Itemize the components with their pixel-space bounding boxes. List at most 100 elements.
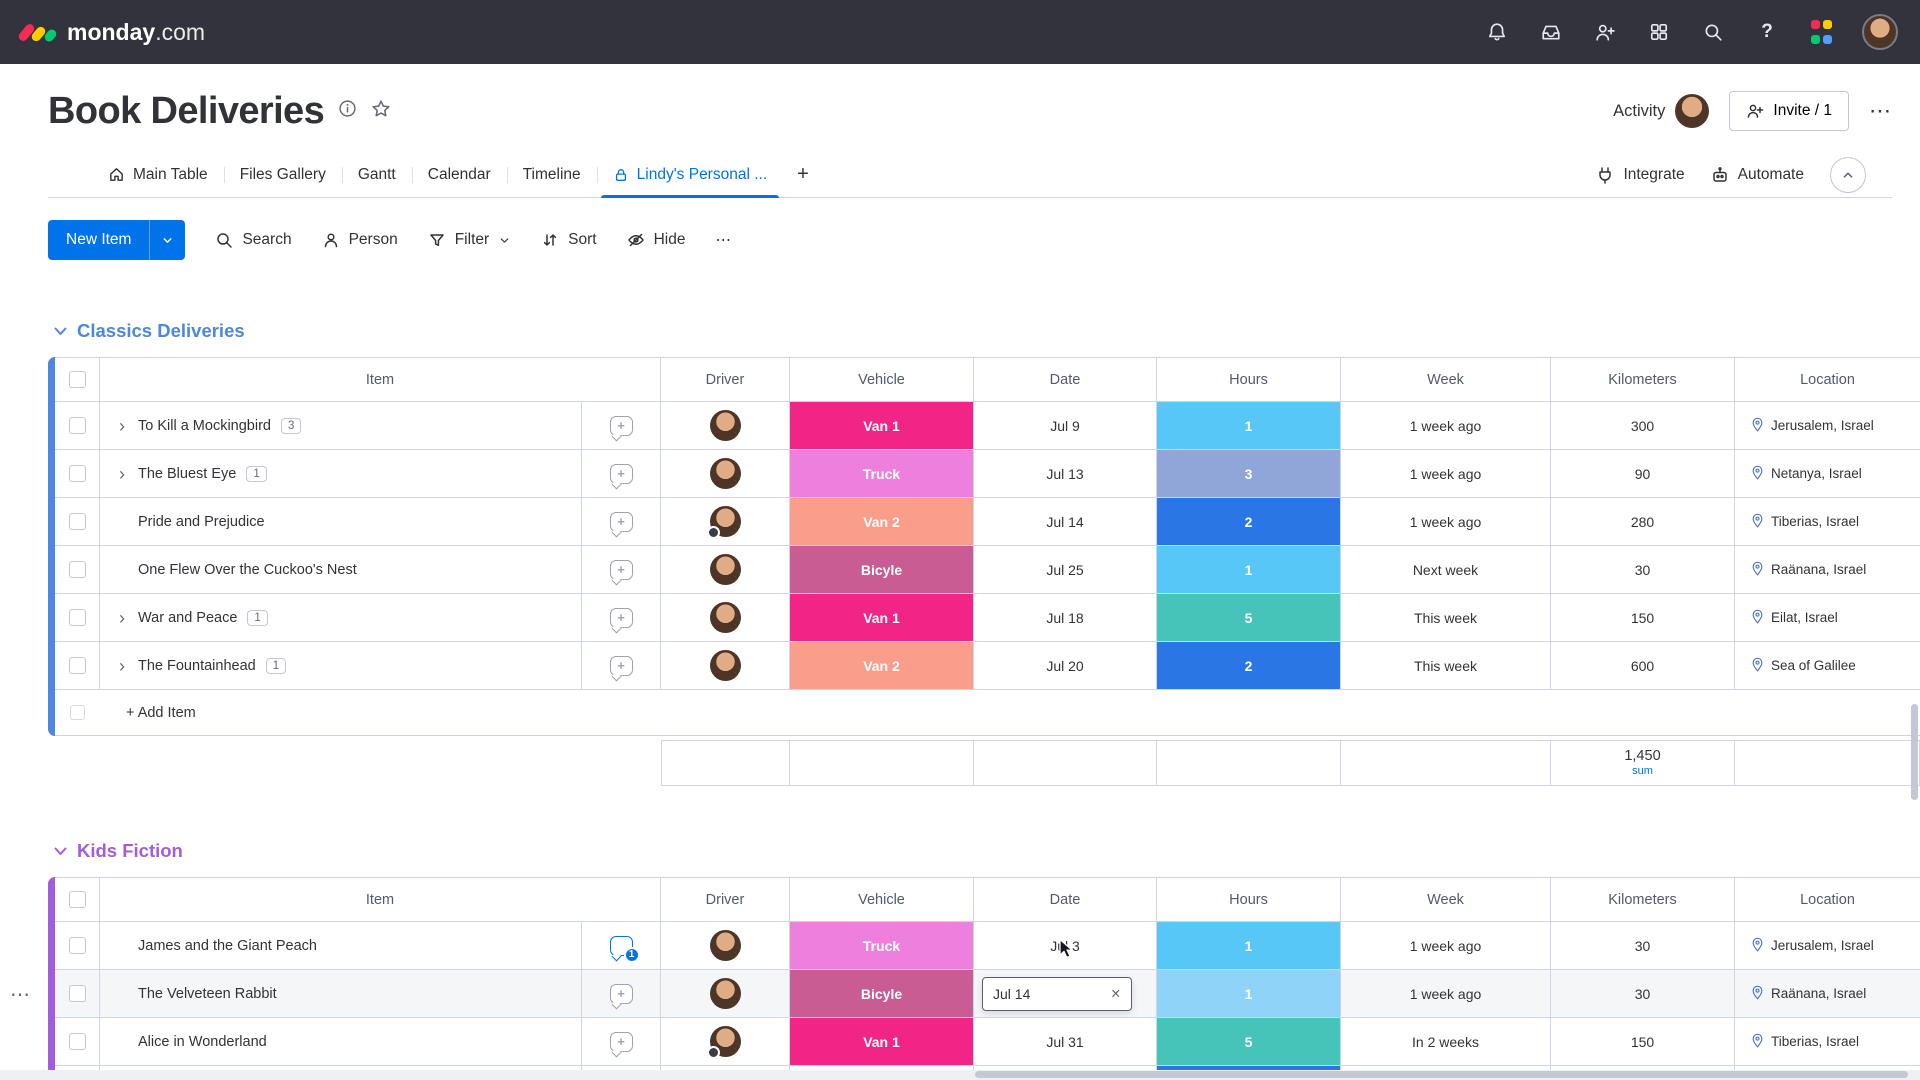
select-all-checkbox[interactable]: [69, 891, 86, 908]
hours-cell[interactable]: 2: [1157, 498, 1341, 545]
item-cell[interactable]: › War and Peace 1: [100, 594, 582, 641]
hours-cell[interactable]: 2: [1157, 642, 1341, 689]
date-cell[interactable]: Jul 13: [974, 450, 1157, 497]
new-item-button[interactable]: New Item: [48, 220, 185, 260]
add-item-row[interactable]: + Add Item: [55, 690, 1920, 736]
date-cell[interactable]: Jul 3: [974, 922, 1157, 969]
add-view-button[interactable]: +: [783, 152, 823, 197]
vehicle-cell[interactable]: Van 1: [790, 402, 974, 449]
location-cell[interactable]: Raänana, Israel: [1735, 546, 1920, 593]
date-cell[interactable]: Jul 14 ✕: [974, 970, 1157, 1017]
driver-cell[interactable]: [661, 922, 790, 969]
week-cell[interactable]: Next week: [1341, 546, 1551, 593]
driver-cell[interactable]: [661, 450, 790, 497]
date-cell[interactable]: Jul 25: [974, 546, 1157, 593]
date-cell[interactable]: Jul 18: [974, 594, 1157, 641]
vehicle-cell[interactable]: Van 2: [790, 642, 974, 689]
location-cell[interactable]: Eilat, Israel: [1735, 594, 1920, 641]
week-cell[interactable]: 1 week ago: [1341, 498, 1551, 545]
vehicle-cell[interactable]: Bicyle: [790, 546, 974, 593]
item-cell[interactable]: James and the Giant Peach: [100, 922, 582, 969]
kilometers-cell[interactable]: 280: [1551, 498, 1735, 545]
search-icon[interactable]: [1700, 19, 1726, 45]
driver-avatar[interactable]: [710, 554, 741, 585]
invite-members-icon[interactable]: [1592, 19, 1618, 45]
driver-cell[interactable]: [661, 1018, 790, 1065]
item-cell[interactable]: One Flew Over the Cuckoo's Nest: [100, 546, 582, 593]
add-item-cell[interactable]: + Add Item: [100, 690, 582, 735]
hours-value[interactable]: 1: [1157, 970, 1340, 1017]
row-checkbox[interactable]: [69, 417, 86, 434]
column-header-hours[interactable]: Hours: [1157, 358, 1341, 401]
location-cell[interactable]: Jerusalem, Israel: [1735, 402, 1920, 449]
hours-value[interactable]: 2: [1157, 642, 1340, 689]
item-cell[interactable]: The Velveteen Rabbit: [100, 970, 582, 1017]
row-checkbox[interactable]: [69, 937, 86, 954]
kilometers-cell[interactable]: 30: [1551, 970, 1735, 1017]
location-cell[interactable]: Jerusalem, Israel: [1735, 922, 1920, 969]
add-update-icon[interactable]: +: [610, 560, 633, 580]
row-checkbox[interactable]: [69, 609, 86, 626]
vehicle-cell[interactable]: Truck: [790, 450, 974, 497]
activity-button[interactable]: Activity: [1613, 94, 1709, 128]
updates-cell[interactable]: +: [582, 498, 661, 545]
driver-avatar[interactable]: [710, 602, 741, 633]
driver-cell[interactable]: [661, 546, 790, 593]
date-cell[interactable]: Jul 20: [974, 642, 1157, 689]
updates-cell[interactable]: 1: [582, 922, 661, 969]
vehicle-label[interactable]: Truck: [790, 450, 973, 497]
horizontal-scrollbar-thumb[interactable]: [975, 1071, 1908, 1078]
tab-files-gallery[interactable]: Files Gallery: [224, 152, 342, 197]
hours-cell[interactable]: 1: [1157, 546, 1341, 593]
close-icon[interactable]: ✕: [1111, 986, 1121, 1001]
date-cell[interactable]: Jul 14: [974, 498, 1157, 545]
driver-avatar[interactable]: [710, 650, 741, 681]
add-update-icon[interactable]: +: [610, 656, 633, 676]
row-checkbox[interactable]: [69, 657, 86, 674]
row-checkbox[interactable]: [69, 1033, 86, 1050]
updates-cell[interactable]: +: [582, 594, 661, 641]
location-cell[interactable]: Sea of Galilee: [1735, 642, 1920, 689]
column-header-item[interactable]: Item: [100, 358, 661, 401]
date-cell[interactable]: Jul 31: [974, 1018, 1157, 1065]
location-cell[interactable]: Tiberias, Israel: [1735, 1018, 1920, 1065]
week-cell[interactable]: 1 week ago: [1341, 402, 1551, 449]
week-cell[interactable]: In 2 weeks: [1341, 1018, 1551, 1065]
driver-avatar[interactable]: [710, 458, 741, 489]
apps-marketplace-icon[interactable]: [1646, 19, 1672, 45]
vehicle-cell[interactable]: Truck: [790, 922, 974, 969]
group-name[interactable]: Kids Fiction: [77, 840, 183, 862]
item-cell[interactable]: Alice in Wonderland: [100, 1018, 582, 1065]
board-menu-icon[interactable]: ⋯: [1869, 98, 1892, 124]
column-header-date[interactable]: Date: [974, 358, 1157, 401]
select-all-checkbox[interactable]: [69, 371, 86, 388]
vehicle-label[interactable]: Van 1: [790, 1018, 973, 1065]
hours-value[interactable]: 1: [1157, 402, 1340, 449]
kilometers-cell[interactable]: 150: [1551, 594, 1735, 641]
vehicle-label[interactable]: Van 2: [790, 498, 973, 545]
updates-notification-icon[interactable]: 1: [610, 936, 633, 956]
column-header-date[interactable]: Date: [974, 878, 1157, 921]
row-checkbox[interactable]: [69, 465, 86, 482]
driver-cell[interactable]: [661, 402, 790, 449]
location-cell[interactable]: Netanya, Israel: [1735, 450, 1920, 497]
monday-logo[interactable]: monday.com: [22, 19, 205, 46]
column-header-driver[interactable]: Driver: [661, 358, 790, 401]
add-update-icon[interactable]: +: [610, 512, 633, 532]
column-header-week[interactable]: Week: [1341, 878, 1551, 921]
tab-timeline[interactable]: Timeline: [507, 152, 597, 197]
week-cell[interactable]: This week: [1341, 594, 1551, 641]
hours-value[interactable]: 5: [1157, 1018, 1340, 1065]
row-checkbox[interactable]: [69, 985, 86, 1002]
tab-main-table[interactable]: Main Table: [92, 152, 224, 197]
add-update-icon[interactable]: +: [610, 416, 633, 436]
date-editor-chip[interactable]: Jul 14 ✕: [982, 977, 1132, 1011]
column-header-location[interactable]: Location: [1735, 358, 1920, 401]
column-header-vehicle[interactable]: Vehicle: [790, 878, 974, 921]
new-item-dropdown-icon[interactable]: [149, 220, 185, 260]
updates-cell[interactable]: +: [582, 402, 661, 449]
integrate-button[interactable]: Integrate: [1596, 166, 1684, 184]
group-collapse-icon[interactable]: [54, 847, 67, 856]
expand-subitems-icon[interactable]: ›: [112, 417, 132, 435]
driver-avatar[interactable]: [710, 978, 741, 1009]
